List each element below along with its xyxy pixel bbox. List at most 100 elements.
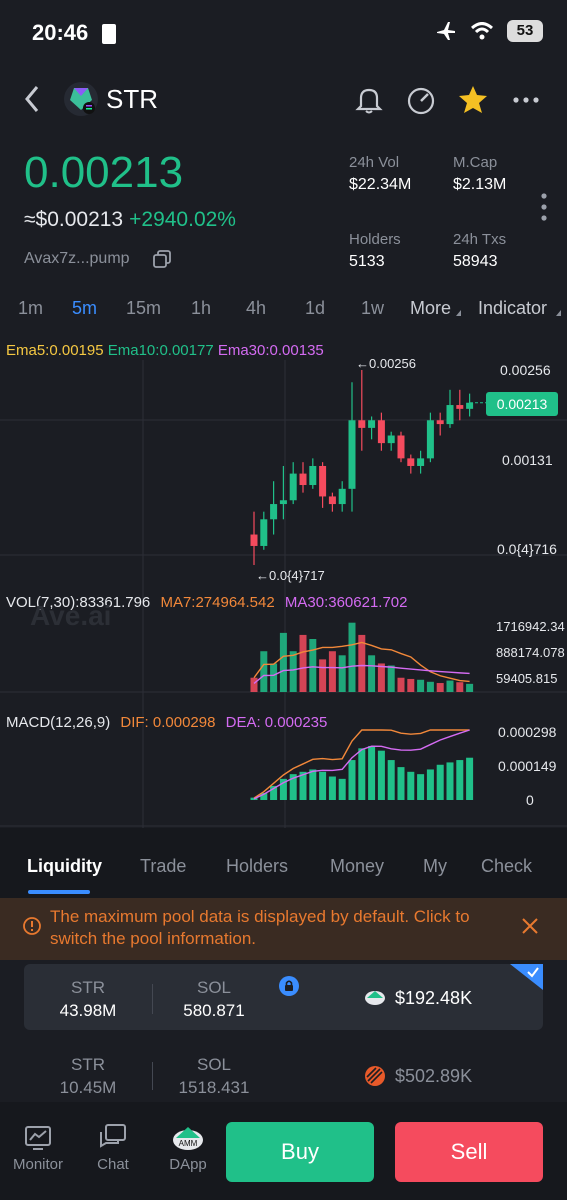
volume-bar bbox=[368, 655, 376, 692]
nav-monitor-label: Monitor bbox=[12, 1156, 64, 1173]
sell-button[interactable]: Sell bbox=[395, 1122, 543, 1182]
ma30-label: MA30:360621.702 bbox=[284, 594, 408, 611]
txs-label: 24h Txs bbox=[453, 231, 507, 248]
pool1-val2: 580.871 bbox=[183, 1001, 245, 1020]
tab-check[interactable]: Check bbox=[481, 856, 532, 877]
bell-icon[interactable] bbox=[353, 84, 385, 116]
buy-button[interactable]: Buy bbox=[226, 1122, 374, 1182]
volume-bar bbox=[436, 683, 444, 692]
id-card-icon bbox=[102, 24, 116, 44]
candle-body bbox=[466, 402, 474, 409]
contract-address: Avax7z...pump bbox=[24, 250, 130, 267]
tf-15m[interactable]: 15m bbox=[126, 298, 161, 319]
chat-icon bbox=[100, 1124, 126, 1148]
raydium-logo-icon bbox=[365, 1066, 385, 1086]
pool1-sym2: SOL bbox=[196, 978, 232, 997]
pool2-sym1: STR bbox=[71, 1055, 105, 1074]
candle-body bbox=[397, 435, 405, 459]
volume-bar bbox=[279, 632, 287, 692]
macd-bar bbox=[456, 760, 464, 800]
vertical-dots-icon[interactable] bbox=[537, 192, 551, 222]
tab-liquidity[interactable]: Liquidity bbox=[27, 856, 102, 877]
dea-label: DEA: 0.000235 bbox=[225, 714, 328, 731]
macd-bar bbox=[417, 774, 425, 800]
vol-axis-low: 59405.815 bbox=[496, 671, 558, 686]
airplane-icon bbox=[437, 22, 455, 40]
tab-money[interactable]: Money bbox=[330, 856, 384, 877]
dif-label: DIF: 0.000298 bbox=[120, 714, 216, 731]
candle-body bbox=[456, 405, 464, 409]
tf-1w[interactable]: 1w bbox=[361, 298, 384, 319]
svg-text:AMM: AMM bbox=[179, 1139, 198, 1148]
pool1-val1: 43.98M bbox=[59, 1001, 117, 1020]
current-price: 0.00213 bbox=[24, 148, 184, 197]
macd-bar bbox=[397, 767, 405, 800]
vol-label: 24h Vol bbox=[349, 154, 400, 171]
dapp-icon: AMM bbox=[173, 1127, 203, 1150]
macd-axis-zero: 0 bbox=[526, 792, 534, 808]
nav-dapp-label: DApp bbox=[169, 1156, 207, 1173]
ema5-label: Ema5:0.00195 bbox=[6, 342, 104, 359]
pool2-val2: 1518.431 bbox=[178, 1078, 250, 1097]
max-annotation: ←0.00256 bbox=[356, 356, 416, 371]
volume-bar bbox=[260, 651, 268, 692]
nav-monitor[interactable]: Monitor bbox=[3, 1122, 73, 1173]
nav-dapp[interactable]: AMM DApp bbox=[153, 1122, 223, 1173]
candle-body bbox=[407, 458, 415, 466]
volume-bar bbox=[426, 681, 434, 692]
battery-icon: 53 bbox=[507, 20, 543, 42]
axis-low: 0.0{4}716 bbox=[497, 541, 557, 557]
tf-5m[interactable]: 5m bbox=[72, 298, 97, 319]
speedometer-icon[interactable] bbox=[405, 84, 437, 116]
monitor-icon bbox=[25, 1126, 51, 1150]
price-change: +2940.02% bbox=[129, 208, 236, 231]
tf-more[interactable]: More bbox=[410, 298, 451, 319]
tf-1h[interactable]: 1h bbox=[191, 298, 211, 319]
tab-trade[interactable]: Trade bbox=[140, 856, 186, 877]
status-indicators: 53 bbox=[435, 20, 543, 42]
candle-body bbox=[279, 500, 287, 505]
close-icon[interactable] bbox=[520, 916, 540, 936]
candle-body bbox=[377, 420, 385, 444]
volume-bar bbox=[319, 659, 327, 692]
macd-bar bbox=[426, 769, 434, 800]
pool2-val1: 10.45M bbox=[59, 1078, 117, 1097]
candle-body bbox=[387, 435, 395, 444]
macd-bar bbox=[377, 750, 385, 800]
candle-body bbox=[270, 504, 278, 520]
volume-bar bbox=[250, 677, 258, 692]
more-menu-icon[interactable] bbox=[510, 84, 542, 116]
holders-value: 5133 bbox=[349, 253, 385, 270]
volume-bar bbox=[456, 682, 464, 692]
volume-bar bbox=[417, 679, 425, 692]
volume-bar bbox=[270, 663, 278, 692]
candle-body bbox=[436, 420, 444, 425]
macd-axis-top: 0.000298 bbox=[498, 724, 557, 740]
pool2-divider bbox=[152, 1062, 153, 1090]
nav-chat[interactable]: Chat bbox=[78, 1122, 148, 1173]
tab-holders[interactable]: Holders bbox=[226, 856, 288, 877]
macd-bar bbox=[348, 760, 356, 800]
candle-body bbox=[319, 465, 327, 497]
candle-body bbox=[426, 420, 434, 459]
tab-my[interactable]: My bbox=[423, 856, 447, 877]
candle-body bbox=[348, 420, 356, 489]
star-icon[interactable] bbox=[457, 84, 489, 116]
back-arrow-icon[interactable] bbox=[20, 82, 44, 116]
volume-bar bbox=[446, 680, 454, 692]
macd-bar bbox=[407, 771, 415, 800]
more-caret-icon bbox=[456, 310, 461, 316]
tf-1d[interactable]: 1d bbox=[305, 298, 325, 319]
candle-body bbox=[368, 420, 376, 428]
macd-label: MACD(12,26,9) bbox=[6, 714, 111, 731]
macd-bar bbox=[309, 769, 317, 800]
vol-axis-mid: 888174.078 bbox=[496, 645, 565, 660]
candle-body bbox=[338, 488, 346, 505]
token-symbol: STR bbox=[106, 84, 158, 114]
tf-indicator[interactable]: Indicator bbox=[478, 298, 547, 319]
macd-bar bbox=[358, 748, 366, 800]
macd-bar bbox=[446, 762, 454, 800]
tf-4h[interactable]: 4h bbox=[246, 298, 266, 319]
tf-1m[interactable]: 1m bbox=[18, 298, 43, 319]
copy-icon[interactable] bbox=[152, 249, 172, 269]
